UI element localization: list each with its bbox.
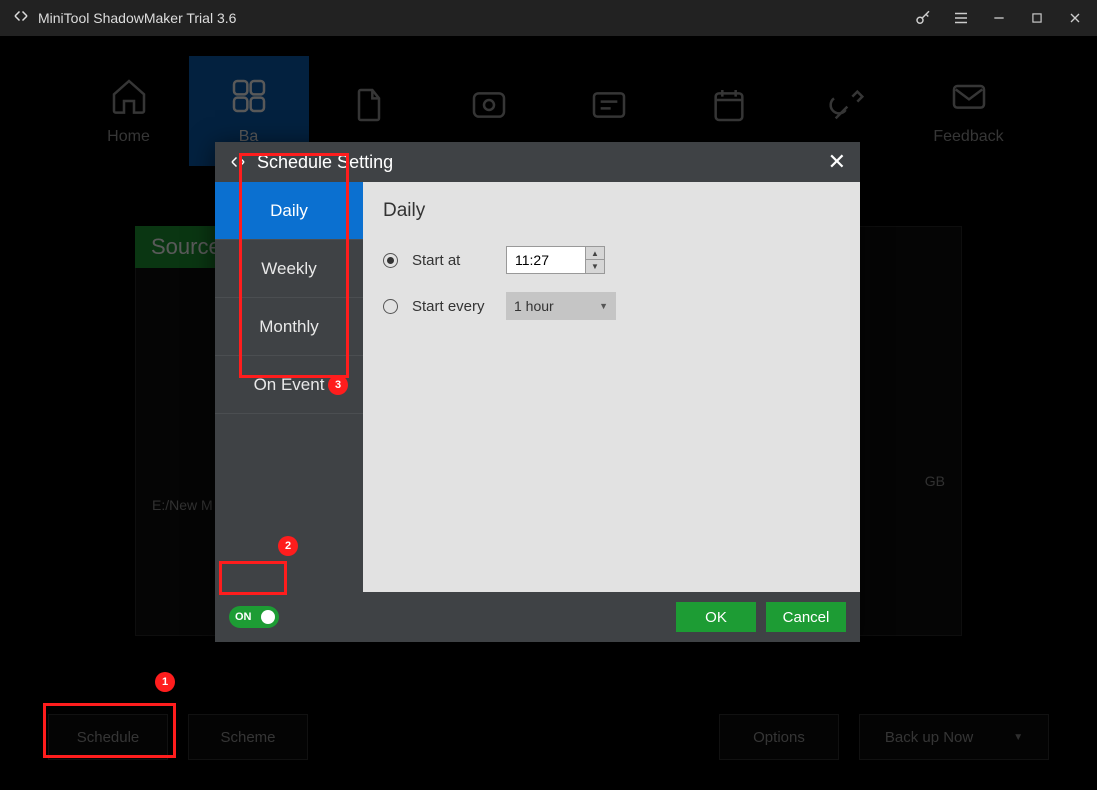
- toggle-label: ON: [235, 611, 252, 623]
- annotation-badge-1: 1: [155, 672, 175, 692]
- calendar-icon: [709, 85, 749, 125]
- start-at-time-input[interactable]: ▲ ▼: [506, 246, 605, 274]
- start-every-select[interactable]: 1 hour ▼: [506, 292, 616, 320]
- nav-tab-feedback[interactable]: Feedback: [909, 56, 1029, 166]
- sidebar-item-weekly[interactable]: Weekly: [215, 240, 363, 298]
- list-icon: [589, 85, 629, 125]
- nav-tab-label: Feedback: [933, 128, 1003, 146]
- start-at-radio[interactable]: [383, 253, 398, 268]
- window-close-icon[interactable]: [1065, 8, 1085, 28]
- sync-icon: [469, 85, 509, 125]
- scheme-button[interactable]: Scheme: [188, 714, 308, 760]
- schedule-toggle[interactable]: ON: [229, 606, 279, 628]
- app-title: MiniTool ShadowMaker Trial 3.6: [38, 10, 236, 26]
- app-logo-icon: [12, 7, 30, 30]
- nav-tab-home[interactable]: Home: [69, 56, 189, 166]
- cancel-button[interactable]: Cancel: [766, 602, 846, 632]
- dialog-footer: ON OK Cancel: [215, 592, 860, 642]
- select-caret-icon: ▼: [599, 301, 608, 311]
- content-heading: Daily: [383, 200, 840, 222]
- nav-tab-label: Home: [107, 128, 150, 146]
- annotation-badge-3: 3: [328, 375, 348, 395]
- time-spin-up[interactable]: ▲: [586, 247, 604, 260]
- dialog-title-bar: Schedule Setting ✕: [215, 142, 860, 182]
- key-icon[interactable]: [913, 8, 933, 28]
- annotation-badge-2: 2: [278, 536, 298, 556]
- sidebar-item-monthly[interactable]: Monthly: [215, 298, 363, 356]
- minimize-icon[interactable]: [989, 8, 1009, 28]
- envelope-icon: [949, 76, 989, 116]
- start-every-value: 1 hour: [514, 298, 554, 314]
- schedule-daily-content: Daily Start at ▲ ▼ Start every: [363, 182, 860, 592]
- file-icon: [349, 85, 389, 125]
- start-at-label: Start at: [412, 252, 492, 269]
- start-at-time-field[interactable]: [507, 247, 585, 273]
- schedule-button[interactable]: Schedule: [48, 714, 168, 760]
- time-spin-down[interactable]: ▼: [586, 260, 604, 273]
- schedule-setting-dialog: Schedule Setting ✕ Daily Weekly Monthly …: [215, 142, 860, 642]
- title-bar: MiniTool ShadowMaker Trial 3.6: [0, 0, 1097, 36]
- start-every-label: Start every: [412, 298, 492, 315]
- dialog-close-icon[interactable]: ✕: [828, 149, 846, 175]
- grid-icon: [229, 76, 269, 116]
- home-icon: [109, 76, 149, 116]
- backup-now-button[interactable]: Back up Now ▼: [859, 714, 1049, 760]
- start-every-radio[interactable]: [383, 299, 398, 314]
- options-button[interactable]: Options: [719, 714, 839, 760]
- dialog-title: Schedule Setting: [257, 152, 828, 173]
- sidebar-item-daily[interactable]: Daily: [215, 182, 363, 240]
- menu-icon[interactable]: [951, 8, 971, 28]
- ok-button[interactable]: OK: [676, 602, 756, 632]
- backup-now-label: Back up Now: [885, 729, 973, 746]
- tools-icon: [829, 85, 869, 125]
- toggle-knob-icon: [261, 610, 275, 624]
- bottom-bar: Schedule Scheme Options Back up Now ▼: [0, 714, 1097, 760]
- caret-down-icon: ▼: [1013, 732, 1023, 743]
- maximize-icon[interactable]: [1027, 8, 1047, 28]
- dialog-logo-icon: [229, 153, 247, 171]
